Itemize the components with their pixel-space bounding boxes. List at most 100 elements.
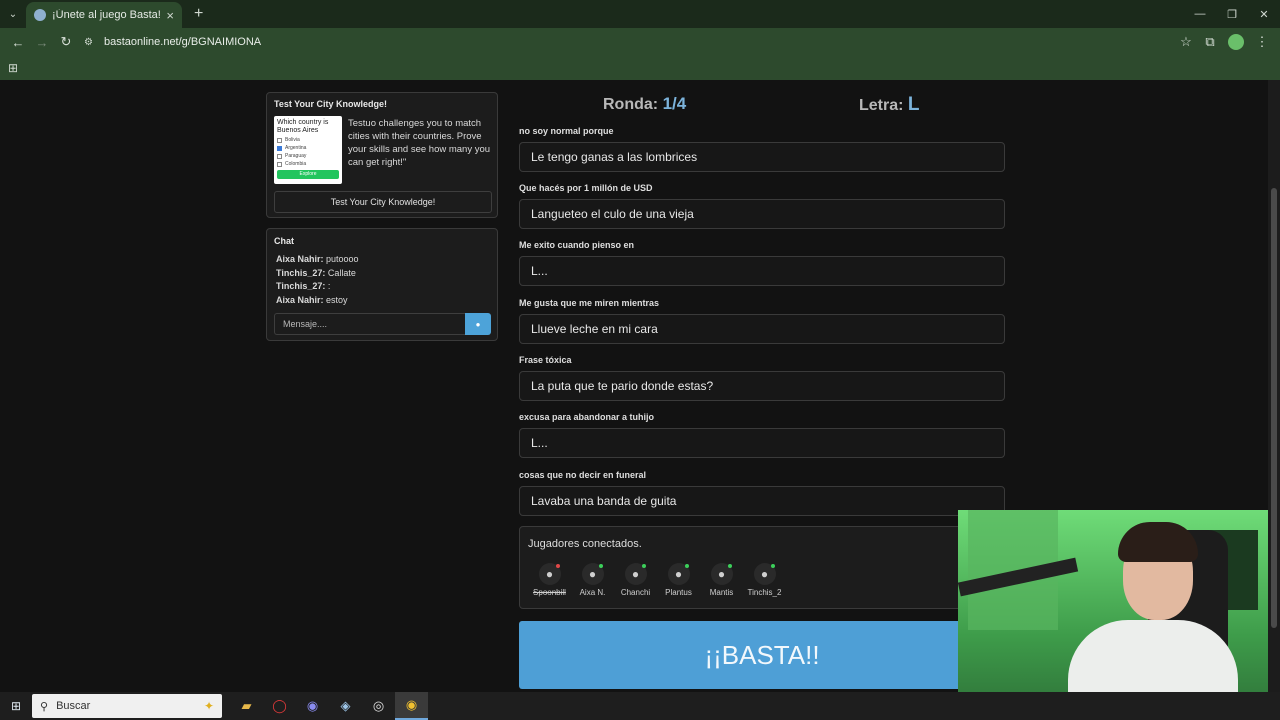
status-dot bbox=[598, 564, 603, 568]
back-icon[interactable]: ← bbox=[6, 35, 30, 50]
ad-image-button: Explore bbox=[277, 170, 339, 179]
player-item: ● Plantus bbox=[657, 563, 700, 597]
ad-image-title: Which country is Buenos Aires bbox=[277, 119, 329, 134]
letter-value: L bbox=[907, 94, 920, 115]
connected-players-panel: Jugadores conectados. ● Spoonbill ● Aixa N.… bbox=[519, 526, 1005, 609]
status-dot bbox=[555, 564, 560, 568]
user-icon: ● bbox=[538, 563, 561, 585]
extensions-icon[interactable]: ⧉ bbox=[1198, 34, 1222, 50]
search-icon: ⚲ bbox=[40, 700, 49, 713]
bookmark-star-icon[interactable]: ☆ bbox=[1174, 34, 1198, 50]
taskbar-search-placeholder: Buscar bbox=[56, 700, 91, 712]
discord-icon[interactable]: ◉ bbox=[296, 692, 329, 720]
category-input[interactable]: L... bbox=[519, 428, 1005, 458]
chat-messages: Aixa Nahir: putoooo Tinchis_27: Callate … bbox=[276, 253, 490, 307]
status-dot bbox=[727, 564, 732, 568]
category-input[interactable]: Le tengo ganas a las lombrices bbox=[519, 142, 1005, 172]
url-text: bastaonline.net/g/BGNAIMIONA bbox=[104, 36, 262, 48]
player-item: ● Tinchis_2 bbox=[743, 563, 786, 597]
status-dot bbox=[684, 564, 689, 568]
minimize-icon[interactable]: — bbox=[1184, 8, 1216, 21]
player-name: Aixa N. bbox=[579, 588, 606, 597]
ad-card: Test Your City Knowledge! Which country … bbox=[266, 92, 498, 218]
more-menu-icon[interactable]: ⋮ bbox=[1250, 34, 1274, 50]
category-input[interactable]: Lavaba una banda de guita bbox=[519, 486, 1005, 516]
user-icon: ● bbox=[710, 563, 733, 585]
player-name: Chanchi bbox=[620, 588, 651, 597]
profile-avatar[interactable] bbox=[1228, 34, 1244, 50]
category-field: cosas que no decir en funeral Lavaba una… bbox=[519, 470, 1005, 516]
round-indicator: Ronda: 1/4 bbox=[603, 94, 686, 114]
scrollbar-thumb[interactable] bbox=[1271, 188, 1277, 628]
reload-icon[interactable]: ↻ bbox=[54, 34, 78, 50]
user-icon: ● bbox=[753, 563, 776, 585]
category-input[interactable]: L... bbox=[519, 256, 1005, 286]
chat-message-input[interactable] bbox=[274, 313, 466, 335]
round-info: Ronda: 1/4 Letra: L bbox=[519, 94, 1005, 120]
windows-start-icon[interactable]: ⊞ bbox=[0, 699, 32, 713]
category-field: Me gusta que me miren mientras Llueve le… bbox=[519, 298, 1005, 344]
send-message-button[interactable]: ● bbox=[465, 313, 491, 335]
restore-icon[interactable]: ❐ bbox=[1216, 8, 1248, 21]
category-input[interactable]: Llueve leche en mi cara bbox=[519, 314, 1005, 344]
category-field: no soy normal porque Le tengo ganas a la… bbox=[519, 126, 1005, 172]
apps-grid-icon[interactable]: ⊞ bbox=[8, 61, 18, 75]
forward-icon[interactable]: → bbox=[30, 35, 54, 50]
ad-image-option: Colombia bbox=[277, 161, 339, 167]
webcam-person-hair bbox=[1118, 522, 1198, 562]
browser-toolbar: ← → ↻ ⚙ bastaonline.net/g/BGNAIMIONA ☆ ⧉… bbox=[0, 28, 1280, 56]
ad-image[interactable]: Which country is Buenos Aires Bolivia Ar… bbox=[274, 116, 342, 184]
steam-icon[interactable]: ◈ bbox=[329, 692, 362, 720]
category-input[interactable]: La puta que te pario donde estas? bbox=[519, 371, 1005, 401]
chat-message: Aixa Nahir: putoooo bbox=[276, 254, 359, 264]
checkbox-icon bbox=[277, 161, 282, 167]
checkbox-icon bbox=[277, 137, 282, 143]
chat-message: Tinchis_27: : bbox=[276, 281, 331, 291]
players-list: ● Spoonbill ● Aixa N. ● Chanchi ● Plantus ● Manti… bbox=[528, 563, 786, 597]
window-close-icon[interactable]: ✕ bbox=[1248, 8, 1280, 21]
address-bar[interactable]: ⚙ bastaonline.net/g/BGNAIMIONA bbox=[84, 31, 1154, 53]
ad-image-option: Bolivia bbox=[277, 137, 339, 143]
category-label: Frase tóxica bbox=[519, 355, 572, 365]
players-title: Jugadores conectados. bbox=[528, 538, 642, 550]
ad-image-option: Paraguay bbox=[277, 153, 339, 159]
taskbar-search[interactable]: ⚲ Buscar ✦ bbox=[32, 694, 222, 718]
browser-tab[interactable]: ¡Únete al juego Basta! × bbox=[26, 2, 182, 28]
basta-button[interactable]: ¡¡BASTA!! bbox=[519, 621, 1005, 689]
player-item: ● Mantis bbox=[700, 563, 743, 597]
status-dot bbox=[641, 564, 646, 568]
tab-title: ¡Únete al juego Basta! bbox=[52, 9, 161, 21]
tab-search-icon[interactable]: ⌄ bbox=[0, 0, 26, 28]
category-label: Me exito cuando pienso en bbox=[519, 240, 635, 250]
chat-message: Aixa Nahir: estoy bbox=[276, 294, 348, 305]
user-icon: ● bbox=[581, 563, 604, 585]
site-info-icon[interactable]: ⚙ bbox=[84, 37, 100, 48]
checkbox-checked-icon bbox=[277, 145, 282, 151]
category-input[interactable]: Langueteo el culo de una vieja bbox=[519, 199, 1005, 229]
sparkle-icon: ✦ bbox=[203, 699, 214, 713]
player-item: ● Chanchi bbox=[614, 563, 657, 597]
browser-tabbar: ⌄ ¡Únete al juego Basta! × + — ❐ ✕ bbox=[0, 0, 1280, 28]
player-name: Mantis bbox=[709, 588, 734, 597]
player-name: Plantus bbox=[665, 588, 692, 597]
user-icon: ● bbox=[667, 563, 690, 585]
category-label: Me gusta que me miren mientras bbox=[519, 298, 660, 308]
category-field: excusa para abandonar a tuhijo L... bbox=[519, 412, 1005, 458]
file-explorer-icon[interactable]: ▰ bbox=[230, 692, 263, 720]
letter-label: Letra: bbox=[859, 97, 904, 114]
opera-icon[interactable]: ◯ bbox=[263, 692, 296, 720]
player-name: Spoonbill bbox=[533, 588, 566, 597]
obs-icon[interactable]: ◎ bbox=[362, 692, 395, 720]
ad-cta-button[interactable]: Test Your City Knowledge! bbox=[274, 191, 492, 213]
new-tab-icon[interactable]: + bbox=[194, 5, 203, 23]
player-name: Tinchis_2 bbox=[747, 588, 782, 597]
letter-indicator: Letra: L bbox=[859, 94, 920, 116]
close-icon[interactable]: × bbox=[166, 8, 174, 23]
category-label: Que hacés por 1 millón de USD bbox=[519, 183, 653, 193]
category-label: no soy normal porque bbox=[519, 126, 614, 136]
round-label: Ronda: bbox=[603, 96, 659, 113]
comment-icon: ● bbox=[475, 319, 481, 329]
page-scrollbar[interactable] bbox=[1268, 80, 1280, 692]
chrome-icon[interactable]: ◉ bbox=[395, 692, 428, 720]
ad-title: Test Your City Knowledge! bbox=[274, 99, 388, 109]
